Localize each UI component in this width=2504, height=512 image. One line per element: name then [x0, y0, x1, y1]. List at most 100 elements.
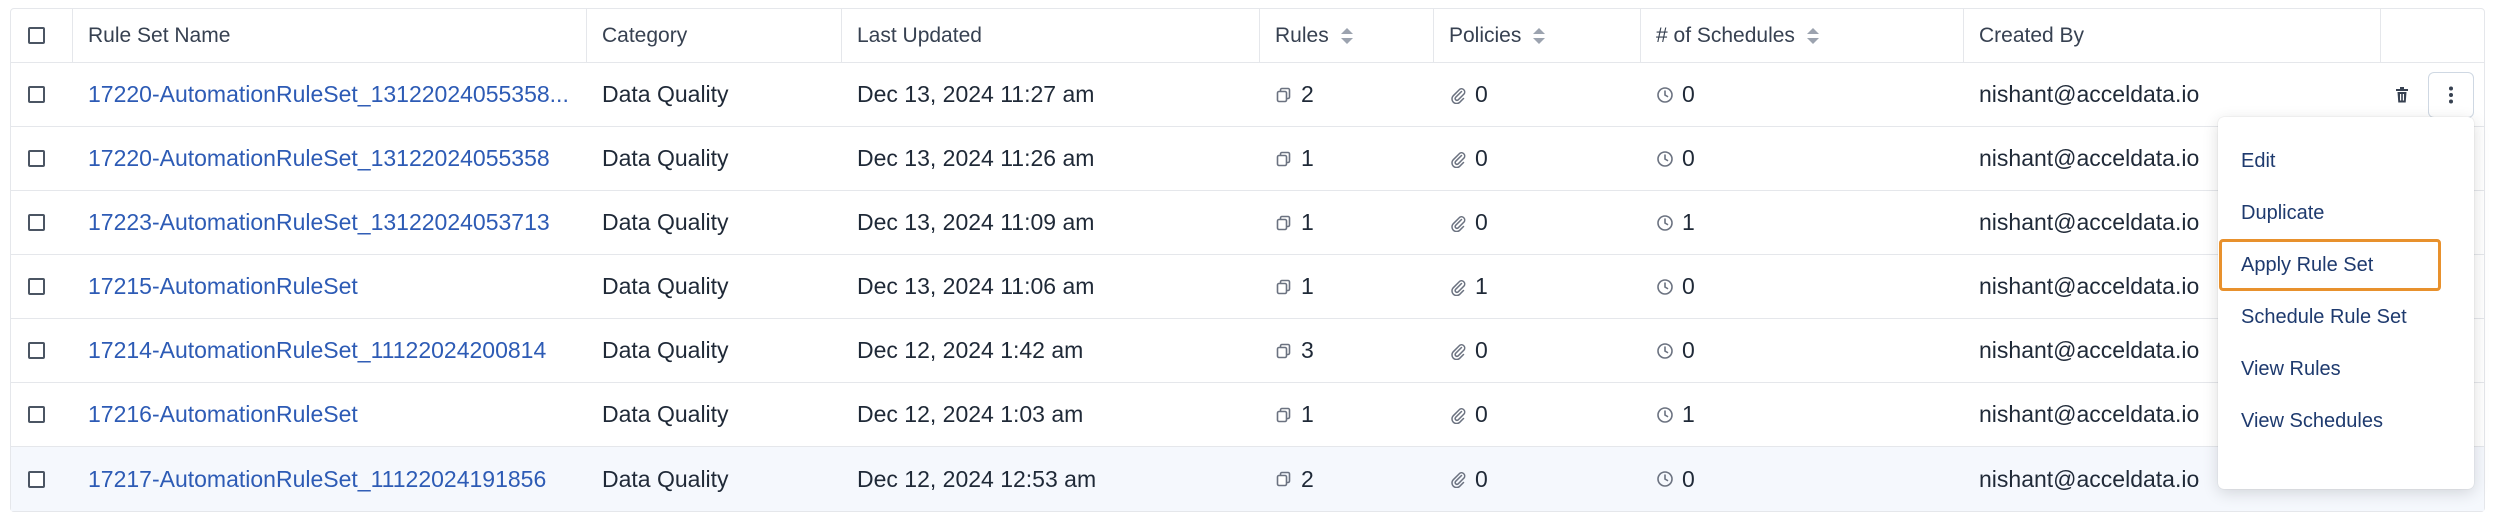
category-text: Data Quality: [602, 401, 729, 427]
schedules-count: 0: [1682, 273, 1695, 299]
row-checkbox[interactable]: [28, 214, 45, 231]
last-updated-text: Dec 12, 2024 1:03 am: [857, 401, 1084, 427]
row-checkbox[interactable]: [28, 342, 45, 359]
policies-count-cell: 0: [1434, 63, 1641, 126]
row-select-cell: [11, 191, 73, 254]
sort-icon[interactable]: [1340, 27, 1353, 44]
rule-set-name-link[interactable]: 17214-AutomationRuleSet_11122024200814: [88, 337, 546, 364]
rule-set-name-cell: 17223-AutomationRuleSet_13122024053713: [73, 191, 587, 254]
rule-set-name-link[interactable]: 17223-AutomationRuleSet_13122024053713: [88, 209, 550, 236]
select-all-checkbox[interactable]: [28, 27, 45, 44]
menu-item-apply-rule-set[interactable]: Apply Rule Set: [2219, 239, 2441, 291]
row-select-cell: [11, 319, 73, 382]
rule-set-name-link[interactable]: 17216-AutomationRuleSet: [88, 401, 358, 428]
policies-count: 0: [1475, 401, 1488, 427]
row-checkbox[interactable]: [28, 278, 45, 295]
last-updated-text: Dec 12, 2024 12:53 am: [857, 465, 1097, 492]
row-select-cell: [11, 127, 73, 190]
created-by-text: nishant@acceldata.io: [1979, 145, 2200, 171]
row-checkbox[interactable]: [28, 406, 45, 423]
table-row[interactable]: 17223-AutomationRuleSet_13122024053713 D…: [11, 191, 2484, 255]
row-checkbox[interactable]: [28, 470, 45, 488]
menu-item-view-rules[interactable]: View Rules: [2222, 346, 2438, 392]
policies-count: 0: [1475, 465, 1488, 492]
column-header-rules[interactable]: Rules: [1260, 9, 1434, 62]
policies-count: 0: [1475, 145, 1488, 171]
copy-icon: [1275, 86, 1293, 104]
rules-count-cell: 2: [1260, 447, 1434, 511]
last-updated-cell: Dec 12, 2024 1:42 am: [842, 319, 1260, 382]
last-updated-cell: Dec 12, 2024 12:53 am: [842, 447, 1260, 511]
category-text: Data Quality: [602, 465, 729, 492]
rule-set-name-link[interactable]: 17220-AutomationRuleSet_13122024055358: [88, 145, 550, 172]
copy-icon: [1275, 150, 1293, 168]
rules-count-cell: 1: [1260, 127, 1434, 190]
rule-set-name-link[interactable]: 17220-AutomationRuleSet_13122024055358..…: [88, 81, 569, 108]
rules-count-cell: 1: [1260, 383, 1434, 446]
menu-item-edit[interactable]: Edit: [2222, 138, 2438, 184]
policies-count-cell: 0: [1434, 127, 1641, 190]
menu-item-view-schedules[interactable]: View Schedules: [2222, 398, 2438, 444]
policies-count: 0: [1475, 337, 1488, 363]
schedules-count: 0: [1682, 81, 1695, 107]
schedules-count: 0: [1682, 337, 1695, 363]
category-cell: Data Quality: [587, 127, 842, 190]
menu-item-schedule-rule-set[interactable]: Schedule Rule Set: [2222, 294, 2438, 340]
category-cell: Data Quality: [587, 63, 842, 126]
rules-count-cell: 1: [1260, 255, 1434, 318]
more-vertical-icon[interactable]: [2428, 71, 2474, 118]
last-updated-text: Dec 12, 2024 1:42 am: [857, 337, 1084, 363]
policies-count-cell: 0: [1434, 319, 1641, 382]
copy-icon: [1275, 342, 1293, 360]
last-updated-text: Dec 13, 2024 11:06 am: [857, 273, 1095, 299]
table-row[interactable]: 17214-AutomationRuleSet_11122024200814 D…: [11, 319, 2484, 383]
row-checkbox[interactable]: [28, 150, 45, 167]
column-header-name: Rule Set Name: [73, 9, 587, 62]
created-by-text: nishant@acceldata.io: [1979, 337, 2200, 363]
trash-icon[interactable]: [2386, 79, 2418, 111]
category-text: Data Quality: [602, 145, 729, 171]
policies-count: 1: [1475, 273, 1488, 299]
row-checkbox[interactable]: [28, 86, 45, 103]
created-by-text: nishant@acceldata.io: [1979, 465, 2200, 492]
paperclip-icon: [1449, 470, 1467, 488]
column-header-policies[interactable]: Policies: [1434, 9, 1641, 62]
table-row[interactable]: 17220-AutomationRuleSet_13122024055358..…: [11, 63, 2484, 127]
table-row[interactable]: 17217-AutomationRuleSet_11122024191856 D…: [11, 447, 2484, 511]
copy-icon: [1275, 214, 1293, 232]
row-actions-menu: Edit Duplicate Apply Rule Set Schedule Rule…: [2218, 117, 2474, 489]
rule-set-name-cell: 17217-AutomationRuleSet_11122024191856: [73, 447, 587, 511]
schedules-count: 1: [1682, 209, 1695, 235]
column-header-schedules[interactable]: # of Schedules: [1641, 9, 1964, 62]
policies-count: 0: [1475, 209, 1488, 235]
rules-count: 1: [1301, 145, 1314, 171]
created-by-text: nishant@acceldata.io: [1979, 401, 2200, 427]
created-by-text: nishant@acceldata.io: [1979, 81, 2200, 107]
schedules-count: 1: [1682, 401, 1695, 427]
row-select-cell: [11, 255, 73, 318]
row-select-cell: [11, 63, 73, 126]
paperclip-icon: [1449, 278, 1467, 296]
sort-icon[interactable]: [1533, 27, 1546, 44]
table-row[interactable]: 17215-AutomationRuleSet Data Quality Dec…: [11, 255, 2484, 319]
schedules-count: 0: [1682, 465, 1695, 492]
copy-icon: [1275, 406, 1293, 424]
rule-sets-table: Rule Set Name Category Last Updated Rule…: [10, 8, 2485, 512]
column-header-updated: Last Updated: [842, 9, 1260, 62]
schedules-count: 0: [1682, 145, 1695, 171]
row-select-cell: [11, 383, 73, 446]
paperclip-icon: [1449, 342, 1467, 360]
rule-set-name-link[interactable]: 17215-AutomationRuleSet: [88, 273, 358, 300]
sort-icon[interactable]: [1806, 27, 1819, 44]
last-updated-text: Dec 13, 2024 11:27 am: [857, 81, 1095, 107]
clock-icon: [1656, 278, 1674, 296]
menu-item-duplicate[interactable]: Duplicate: [2222, 190, 2438, 236]
last-updated-cell: Dec 13, 2024 11:06 am: [842, 255, 1260, 318]
created-by-text: nishant@acceldata.io: [1979, 209, 2200, 235]
schedules-count-cell: 1: [1641, 383, 1964, 446]
table-row[interactable]: 17216-AutomationRuleSet Data Quality Dec…: [11, 383, 2484, 447]
rule-set-name-link[interactable]: 17217-AutomationRuleSet_11122024191856: [88, 466, 546, 493]
table-row[interactable]: 17220-AutomationRuleSet_13122024055358 D…: [11, 127, 2484, 191]
column-header-actions: [2381, 9, 2484, 62]
schedules-count-cell: 0: [1641, 447, 1964, 511]
